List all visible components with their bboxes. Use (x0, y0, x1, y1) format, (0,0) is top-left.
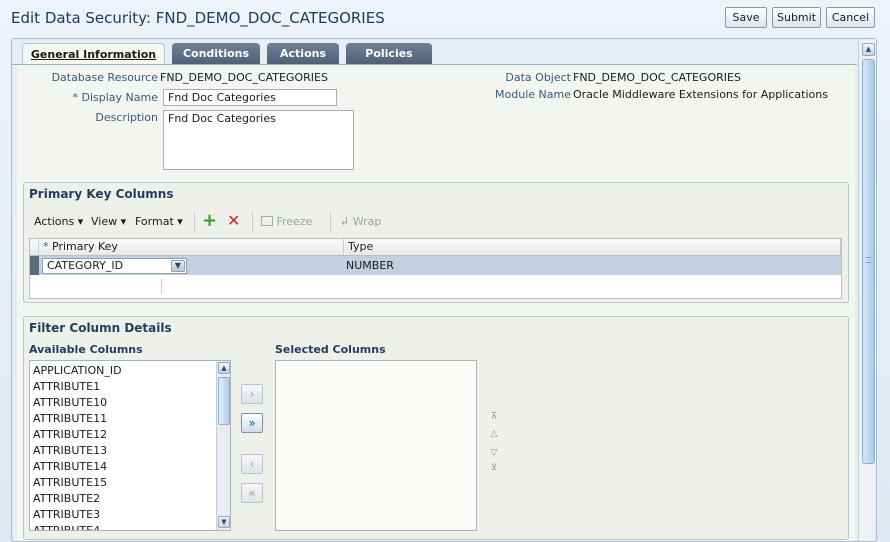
available-columns-list[interactable]: APPLICATION_ID ATTRIBUTE1 ATTRIBUTE10 AT… (29, 360, 231, 531)
panel-scrollbar[interactable]: ▲ (858, 39, 876, 541)
module-name-value: Oracle Middleware Extensions for Applica… (573, 88, 828, 101)
general-information-content: Database Resource FND_DEMO_DOC_CATEGORIE… (17, 65, 855, 541)
chevron-down-icon: ▾ (120, 215, 127, 228)
page-title: Edit Data Security: FND_DEMO_DOC_CATEGOR… (11, 9, 385, 27)
tab-policies[interactable]: Policies (346, 43, 432, 65)
grip-icon (866, 257, 871, 263)
move-selected-button[interactable]: › (241, 384, 263, 404)
module-name-label: Module Name (495, 88, 571, 101)
column-header-primary-key[interactable]: * Primary Key (39, 239, 344, 256)
freeze-icon (261, 216, 273, 226)
freeze-label: Freeze (276, 215, 313, 228)
chevron-right-icon: › (249, 387, 255, 401)
table-row[interactable]: CATEGORY_ID ▼ NUMBER (30, 256, 841, 275)
freeze-button[interactable]: Freeze (261, 215, 312, 228)
scroll-thumb[interactable] (218, 377, 230, 425)
edit-panel: General Information Conditions Actions P… (11, 38, 877, 542)
tab-general-information[interactable]: General Information (22, 43, 165, 65)
tab-bar: General Information Conditions Actions P… (12, 39, 857, 65)
double-chevron-left-icon: « (248, 486, 256, 500)
scroll-up-icon[interactable]: ▲ (218, 362, 230, 374)
tab-actions[interactable]: Actions (267, 43, 339, 65)
column-header-primary-key-label: Primary Key (52, 240, 118, 253)
plus-icon[interactable]: + (202, 210, 217, 231)
actions-menu-label: Actions (34, 215, 75, 228)
scroll-down-icon[interactable]: ▼ (218, 516, 230, 528)
selected-columns-list[interactable] (275, 360, 477, 531)
list-item[interactable]: APPLICATION_ID (30, 363, 216, 379)
primary-key-select[interactable]: CATEGORY_ID ▼ (42, 258, 187, 274)
list-item[interactable]: ATTRIBUTE10 (30, 395, 216, 411)
required-asterisk: * (72, 91, 82, 104)
move-down-icon[interactable]: ▽ (488, 448, 500, 458)
column-header-type[interactable]: Type (344, 239, 841, 256)
filter-section-title: Filter Column Details (29, 321, 172, 335)
list-item[interactable]: ATTRIBUTE4 (30, 523, 216, 530)
toolbar-separator (252, 212, 253, 232)
display-name-field[interactable]: Fnd Doc Categories (163, 89, 337, 106)
available-columns-label: Available Columns (29, 343, 143, 356)
filter-column-section: Filter Column Details Available Columns … (23, 316, 849, 540)
move-all-button[interactable]: » (241, 413, 263, 433)
move-up-icon[interactable]: △ (488, 429, 500, 439)
database-resource-label: Database Resource (51, 71, 158, 84)
primary-key-section: Primary Key Columns Actions ▾ View ▾ For… (23, 182, 849, 303)
list-item[interactable]: ATTRIBUTE14 (30, 459, 216, 475)
primary-key-section-title: Primary Key Columns (29, 187, 174, 201)
list-item[interactable]: ATTRIBUTE12 (30, 427, 216, 443)
selected-columns-label: Selected Columns (275, 343, 386, 356)
display-name-label-text: Display Name (81, 91, 159, 104)
data-object-value: FND_DEMO_DOC_CATEGORIES (573, 71, 741, 84)
actions-menu[interactable]: Actions ▾ (34, 215, 83, 228)
save-button[interactable]: Save (725, 7, 767, 28)
submit-button[interactable]: Submit (772, 7, 821, 28)
scroll-up-icon[interactable]: ▲ (862, 43, 875, 56)
format-menu[interactable]: Format ▾ (135, 215, 183, 228)
chevron-down-icon: ▾ (77, 215, 84, 228)
move-to-bottom-icon[interactable]: ⊻ (488, 463, 500, 473)
column-divider (161, 279, 162, 294)
toolbar-separator (330, 212, 331, 232)
required-asterisk: * (43, 240, 52, 253)
wrap-label: Wrap (352, 215, 382, 228)
description-label: Description (95, 111, 158, 124)
toolbar-separator (194, 212, 195, 232)
list-item[interactable]: ATTRIBUTE15 (30, 475, 216, 491)
list-item[interactable]: ATTRIBUTE2 (30, 491, 216, 507)
chevron-down-icon[interactable]: ▼ (171, 260, 185, 272)
primary-key-toolbar: Actions ▾ View ▾ Format ▾ + ✕ Freeze ↲ W… (24, 210, 850, 232)
type-cell: NUMBER (346, 259, 394, 272)
wrap-button[interactable]: ↲ Wrap (340, 215, 381, 228)
move-to-top-icon[interactable]: ⊼ (488, 412, 500, 422)
chevron-left-icon: ‹ (249, 457, 255, 471)
page-header: Edit Data Security: FND_DEMO_DOC_CATEGOR… (0, 0, 890, 38)
display-name-label: * Display Name (17, 91, 159, 104)
cancel-button[interactable]: Cancel (826, 7, 875, 28)
x-icon[interactable]: ✕ (227, 211, 240, 230)
available-columns-items: APPLICATION_ID ATTRIBUTE1 ATTRIBUTE10 AT… (30, 363, 216, 530)
row-selector[interactable] (30, 256, 39, 275)
view-menu[interactable]: View ▾ (91, 215, 126, 228)
wrap-icon: ↲ (340, 215, 350, 228)
format-menu-label: Format (135, 215, 174, 228)
primary-key-select-value: CATEGORY_ID (47, 259, 124, 272)
remove-selected-button[interactable]: ‹ (241, 454, 263, 474)
panel-scroll-thumb[interactable] (862, 59, 875, 464)
available-list-scrollbar[interactable]: ▲ ▼ (216, 361, 230, 530)
list-item[interactable]: ATTRIBUTE13 (30, 443, 216, 459)
data-object-label: Data Object (505, 71, 571, 84)
list-item[interactable]: ATTRIBUTE11 (30, 411, 216, 427)
tab-conditions[interactable]: Conditions (172, 43, 260, 65)
view-menu-label: View (91, 215, 118, 228)
double-chevron-right-icon: » (248, 416, 256, 430)
remove-all-button[interactable]: « (241, 483, 263, 503)
list-item[interactable]: ATTRIBUTE1 (30, 379, 216, 395)
database-resource-value: FND_DEMO_DOC_CATEGORIES (160, 71, 328, 84)
row-header-corner (30, 239, 39, 256)
description-textarea[interactable]: Fnd Doc Categories (163, 110, 354, 170)
primary-key-table: * Primary Key Type CATEGORY_ID ▼ NUMBER (29, 238, 842, 299)
chevron-down-icon: ▾ (177, 215, 183, 228)
list-item[interactable]: ATTRIBUTE3 (30, 507, 216, 523)
